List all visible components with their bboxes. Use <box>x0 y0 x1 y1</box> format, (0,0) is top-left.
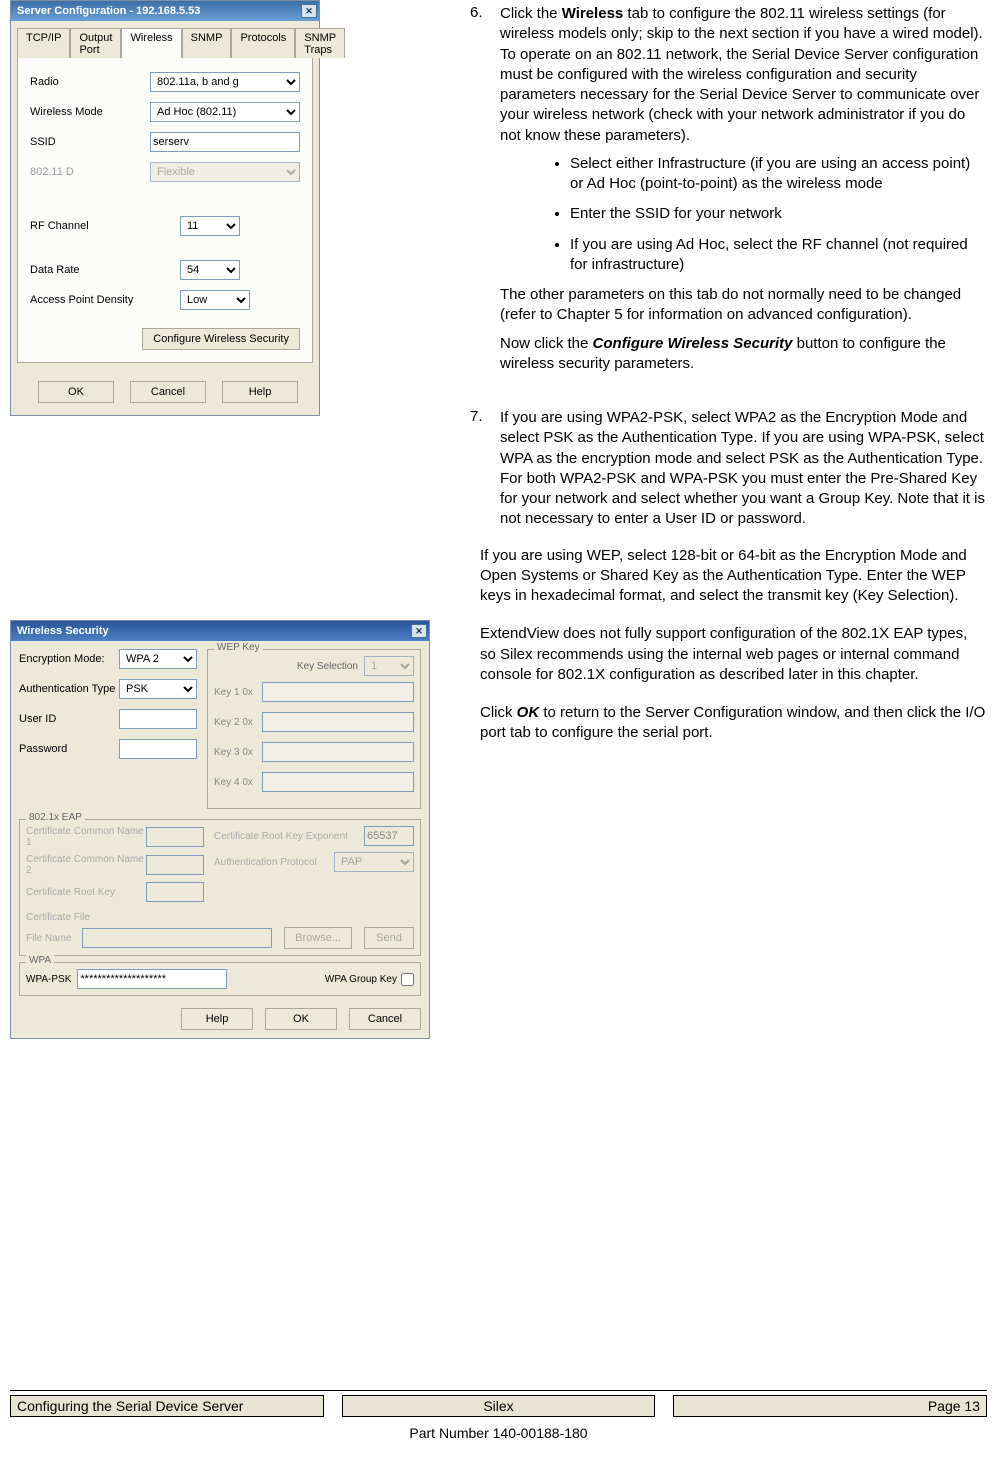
eap-legend: 802.1x EAP <box>26 812 85 823</box>
part-number: Part Number 140-00188-180 <box>10 1425 987 1441</box>
bullet-3: If you are using Ad Hoc, select the RF c… <box>570 235 987 276</box>
ssid-label: SSID <box>30 136 150 148</box>
density-label: Access Point Density <box>30 294 150 306</box>
authp-select: PAP <box>334 852 414 872</box>
dialog-title: Server Configuration - 192.168.5.53 <box>17 5 200 17</box>
cn2-label: Certificate Common Name 2 <box>26 854 146 876</box>
userid-label: User ID <box>19 713 119 725</box>
d80211-label: 802.11 D <box>30 166 150 178</box>
cn1-input <box>146 827 204 847</box>
step-7-p4: Click OK to return to the Server Configu… <box>480 703 987 744</box>
close-icon[interactable]: ✕ <box>411 624 427 638</box>
instruction-text: 6. Click the Wireless tab to configure t… <box>470 0 987 1039</box>
tab-snmp[interactable]: SNMP <box>182 28 232 58</box>
cn2-input <box>146 855 204 875</box>
close-icon[interactable]: ✕ <box>301 4 317 18</box>
wsec-help-button[interactable]: Help <box>181 1008 253 1030</box>
rfchan-select[interactable]: 11 <box>180 216 240 236</box>
wsec-cancel-button[interactable]: Cancel <box>349 1008 421 1030</box>
gk-label: WPA Group Key <box>325 974 397 985</box>
enc-label: Encryption Mode: <box>19 653 119 665</box>
help-button[interactable]: Help <box>222 381 298 403</box>
browse-button: Browse... <box>284 927 352 949</box>
rootkey-label: Certificate Root Key <box>26 887 146 898</box>
tabstrip: TCP/IP Output Port Wireless SNMP Protoco… <box>11 21 319 57</box>
key1-input <box>262 682 414 702</box>
wsec-ok-button[interactable]: OK <box>265 1008 337 1030</box>
tab-body: Radio 802.11a, b and g Wireless Mode Ad … <box>17 57 313 363</box>
density-select[interactable]: Low <box>180 290 250 310</box>
footer-right: Page 13 <box>673 1395 987 1417</box>
step-6-after2: Now click the Configure Wireless Securit… <box>500 334 987 375</box>
tab-tcpip[interactable]: TCP/IP <box>17 28 70 58</box>
rfchan-label: RF Channel <box>30 220 150 232</box>
radio-label: Radio <box>30 76 150 88</box>
step-6-num: 6. <box>470 4 500 382</box>
key4-label: Key 4 0x <box>214 777 262 788</box>
footer-left: Configuring the Serial Device Server <box>10 1395 324 1417</box>
step-6-intro: Click the Wireless tab to configure the … <box>500 4 987 146</box>
titlebar: Server Configuration - 192.168.5.53 ✕ <box>11 1 319 21</box>
eap-fieldset: 802.1x EAP Certificate Common Name 1 Cer… <box>19 819 421 956</box>
wepkey-legend: WEP Key <box>214 642 263 653</box>
cancel-button[interactable]: Cancel <box>130 381 206 403</box>
mode-label: Wireless Mode <box>30 106 150 118</box>
keysel-label: Key Selection <box>297 661 358 672</box>
send-button: Send <box>364 927 414 949</box>
wpa-legend: WPA <box>26 955 54 966</box>
pwd-input[interactable] <box>119 739 197 759</box>
filename-input <box>82 928 272 948</box>
certfile-label: Certificate File <box>26 912 414 923</box>
radio-select[interactable]: 802.11a, b and g <box>150 72 300 92</box>
wpa-fieldset: WPA WPA-PSK WPA Group Key <box>19 962 421 996</box>
filename-label: File Name <box>26 933 76 944</box>
step-7-p2: If you are using WEP, select 128-bit or … <box>480 546 987 607</box>
server-config-dialog: Server Configuration - 192.168.5.53 ✕ TC… <box>10 0 320 416</box>
keysel-select: 1 <box>364 656 414 676</box>
psk-label: WPA-PSK <box>26 974 71 985</box>
key3-input <box>262 742 414 762</box>
pwd-label: Password <box>19 743 119 755</box>
gk-checkbox[interactable] <box>401 973 414 986</box>
authp-label: Authentication Protocol <box>214 857 334 868</box>
rate-select[interactable]: 54 <box>180 260 240 280</box>
auth-label: Authentication Type <box>19 683 119 695</box>
ok-button[interactable]: OK <box>38 381 114 403</box>
mode-select[interactable]: Ad Hoc (802.11) <box>150 102 300 122</box>
key2-label: Key 2 0x <box>214 717 262 728</box>
bullet-1: Select either Infrastructure (if you are… <box>570 154 987 195</box>
enc-select[interactable]: WPA 2 <box>119 649 197 669</box>
tab-protocols[interactable]: Protocols <box>231 28 295 58</box>
rootkey-input <box>146 882 204 902</box>
key4-input <box>262 772 414 792</box>
d80211-select: Flexible <box>150 162 300 182</box>
step-7-p1: If you are using WPA2-PSK, select WPA2 a… <box>500 408 987 530</box>
exp-label: Certificate Root Key Exponent <box>214 831 364 842</box>
wepkey-fieldset: WEP Key Key Selection 1 Key 1 0x Key 2 0… <box>207 649 421 809</box>
step-7-p3: ExtendView does not fully support config… <box>480 624 987 685</box>
exp-input <box>364 826 414 846</box>
cn1-label: Certificate Common Name 1 <box>26 826 146 848</box>
page-footer: Configuring the Serial Device Server Sil… <box>10 1390 987 1441</box>
wsec-titlebar: Wireless Security ✕ <box>11 621 429 641</box>
userid-input[interactable] <box>119 709 197 729</box>
auth-select[interactable]: PSK <box>119 679 197 699</box>
wsec-title: Wireless Security <box>17 625 109 637</box>
tab-outputport[interactable]: Output Port <box>70 28 121 58</box>
rate-label: Data Rate <box>30 264 150 276</box>
key2-input <box>262 712 414 732</box>
wireless-security-dialog: Wireless Security ✕ Encryption Mode: WPA… <box>10 620 430 1039</box>
key1-label: Key 1 0x <box>214 687 262 698</box>
cfg-wsec-button[interactable]: Configure Wireless Security <box>142 328 300 350</box>
wsec-left: Encryption Mode: WPA 2 Authentication Ty… <box>19 649 199 815</box>
psk-input[interactable] <box>77 969 227 989</box>
bullet-2: Enter the SSID for your network <box>570 204 987 224</box>
step-7-num: 7. <box>470 408 500 538</box>
step-6-after1: The other parameters on this tab do not … <box>500 285 987 326</box>
key3-label: Key 3 0x <box>214 747 262 758</box>
ssid-input[interactable] <box>150 132 300 152</box>
tab-wireless[interactable]: Wireless <box>121 28 181 58</box>
footer-center: Silex <box>342 1395 656 1417</box>
tab-snmptraps[interactable]: SNMP Traps <box>295 28 345 58</box>
